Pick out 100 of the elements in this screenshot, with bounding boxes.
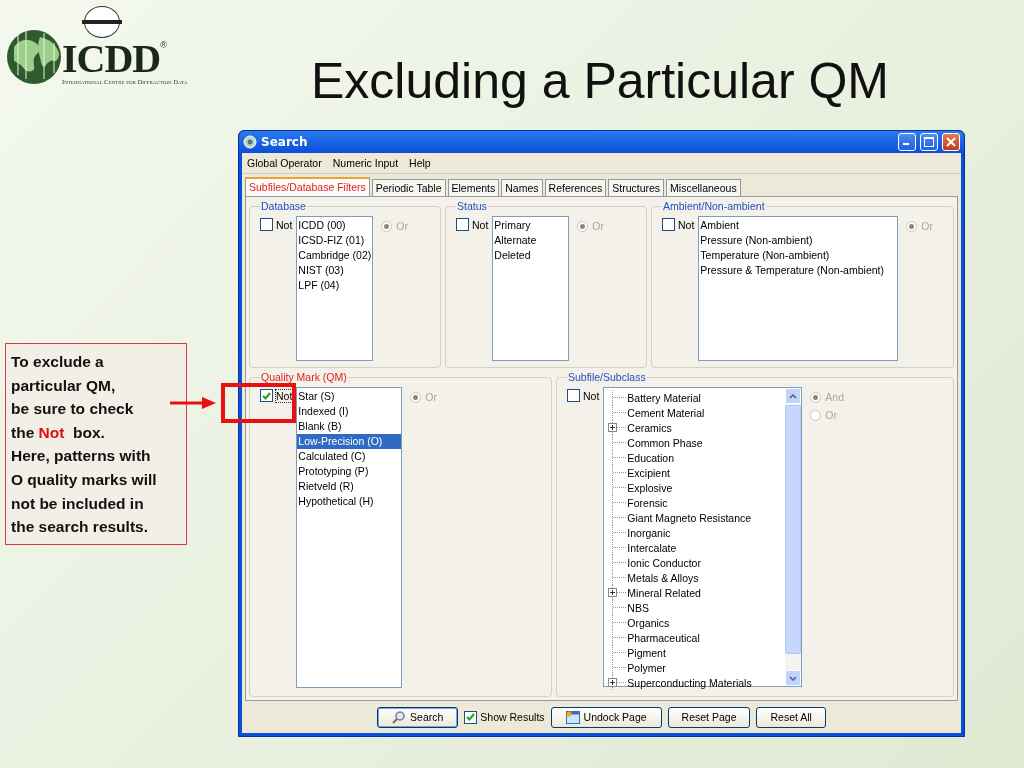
tree-item[interactable]: Pharmaceutical	[626, 631, 700, 644]
list-item[interactable]: Cambridge (02)	[297, 248, 373, 263]
list-item[interactable]: Deleted	[493, 248, 569, 263]
tree-item[interactable]: Forensic	[626, 496, 668, 509]
tree-item[interactable]: Pigment	[626, 646, 666, 659]
list-item[interactable]: Temperature (Non-ambient)	[699, 248, 898, 263]
radio-button[interactable]	[810, 409, 822, 421]
radio-label: Or	[396, 220, 408, 232]
checkbox[interactable]	[662, 218, 675, 231]
tree-item[interactable]: Inorganic	[626, 526, 671, 539]
list-item[interactable]: Prototyping (P)	[297, 464, 402, 479]
expand-icon[interactable]	[608, 678, 618, 687]
scrollbar[interactable]	[785, 388, 802, 686]
radio-button[interactable]	[906, 220, 918, 232]
checkbox-label: Show Results	[480, 711, 545, 723]
button[interactable]: Reset Page	[667, 706, 751, 728]
list-item[interactable]: ICDD (00)	[297, 218, 373, 233]
tab[interactable]: Periodic Table	[371, 179, 446, 196]
tab[interactable]: Names	[501, 179, 543, 196]
checkbox[interactable]	[567, 389, 580, 402]
tree-item[interactable]: Excipient	[626, 466, 670, 479]
list-item[interactable]: Pressure & Temperature (Non-ambient)	[699, 263, 898, 278]
search-button[interactable]: Search	[377, 706, 459, 728]
tree-item[interactable]: Battery Material	[626, 391, 701, 404]
list-item[interactable]: Blank (B)	[297, 419, 402, 434]
list-item[interactable]: Low-Precision (O)	[297, 434, 402, 449]
tree-item[interactable]: Intercalate	[626, 541, 677, 554]
app-icon	[243, 135, 257, 149]
close-icon	[946, 137, 956, 147]
expand-icon[interactable]	[608, 423, 618, 432]
menu-item[interactable]: Help	[409, 157, 431, 169]
radio-button[interactable]	[577, 220, 589, 232]
tab[interactable]: Subfiles/Database Filters	[245, 177, 370, 197]
tree-item[interactable]: Giant Magneto Resistance	[626, 511, 752, 524]
tree-item[interactable]: Common Phase	[626, 436, 703, 449]
tree-item[interactable]: Cement Material	[626, 406, 705, 419]
group-label: Status	[456, 200, 488, 212]
checkbox[interactable]	[464, 710, 478, 724]
radio-button[interactable]	[810, 391, 822, 403]
maximize-button[interactable]	[920, 133, 938, 151]
list-item[interactable]: Hypothetical (H)	[297, 494, 402, 509]
scroll-up-button[interactable]	[785, 388, 802, 404]
radio-label: Or	[592, 220, 604, 232]
tab[interactable]: Elements	[447, 179, 500, 196]
tree-item[interactable]: Education	[626, 451, 675, 464]
plus-icon	[610, 425, 616, 430]
callout-text: To exclude a particular QM, be sure to check the Not box.	[11, 352, 135, 443]
radio-label: Or	[825, 409, 837, 421]
checkbox-label: Not	[276, 218, 293, 231]
menu-item[interactable]: Numeric Input	[332, 157, 399, 169]
list-item[interactable]: Ambient	[699, 218, 898, 233]
list-item[interactable]: Star (S)	[297, 389, 402, 404]
list-item[interactable]: Alternate	[493, 233, 569, 248]
checkbox-label: Not	[678, 218, 695, 231]
check-icon	[262, 391, 271, 400]
list-item[interactable]: Rietveld (R)	[297, 479, 402, 494]
list-item[interactable]: Indexed (I)	[297, 404, 402, 419]
tab[interactable]: Miscellaneous	[666, 179, 741, 196]
list-item[interactable]: Calculated (C)	[297, 449, 402, 464]
scroll-down-button[interactable]	[785, 670, 802, 686]
tree-item[interactable]: Mineral Related	[626, 586, 701, 599]
minimize-button[interactable]	[898, 133, 916, 151]
radio-button[interactable]	[381, 220, 393, 232]
tree-item[interactable]: Metals & Alloys	[626, 571, 699, 584]
tree-item[interactable]: Organics	[626, 616, 670, 629]
registered-mark: ®	[160, 40, 167, 50]
group-label: Quality Mark (QM)	[260, 371, 348, 383]
list-item[interactable]: Primary	[493, 218, 569, 233]
button[interactable]: Undock Page	[550, 706, 662, 728]
group-label: Database	[260, 200, 307, 212]
tree-item[interactable]: Superconducting Materials	[626, 676, 752, 689]
button[interactable]: Reset All	[756, 706, 826, 728]
slide-title: Excluding a Particular QM	[311, 52, 889, 111]
radio-button[interactable]	[410, 391, 422, 403]
checkbox-label: Not	[472, 218, 489, 231]
tree-item[interactable]: Explosive	[626, 481, 673, 494]
tab[interactable]: References	[544, 179, 607, 196]
menu-item[interactable]: Global Operator	[247, 157, 322, 169]
checkbox-label: Not	[583, 389, 600, 402]
list-item[interactable]: Pressure (Non-ambient)	[699, 233, 898, 248]
pointer-arrow	[170, 397, 216, 409]
group-label: Subfile/Subclass	[567, 371, 647, 383]
certification-seal-icon	[84, 6, 120, 38]
tree-item[interactable]: Polymer	[626, 661, 666, 674]
checkbox[interactable]	[260, 389, 273, 402]
list-item[interactable]: NIST (03)	[297, 263, 373, 278]
radio-label: Or	[425, 391, 437, 403]
group-label: Ambient/Non-ambient	[662, 200, 766, 212]
list-item[interactable]: ICSD-FIZ (01)	[297, 233, 373, 248]
list-item[interactable]: LPF (04)	[297, 278, 373, 293]
expand-icon[interactable]	[608, 588, 618, 597]
checkbox[interactable]	[456, 218, 469, 231]
window-icon	[565, 710, 580, 724]
tree-item[interactable]: NBS	[626, 601, 649, 614]
tree-item[interactable]: Ceramics	[626, 421, 672, 434]
checkbox[interactable]	[260, 218, 273, 231]
tab[interactable]: Structures	[608, 179, 665, 196]
tree-item[interactable]: Ionic Conductor	[626, 556, 701, 569]
magnifier-icon	[392, 710, 407, 724]
close-button[interactable]	[942, 133, 960, 151]
